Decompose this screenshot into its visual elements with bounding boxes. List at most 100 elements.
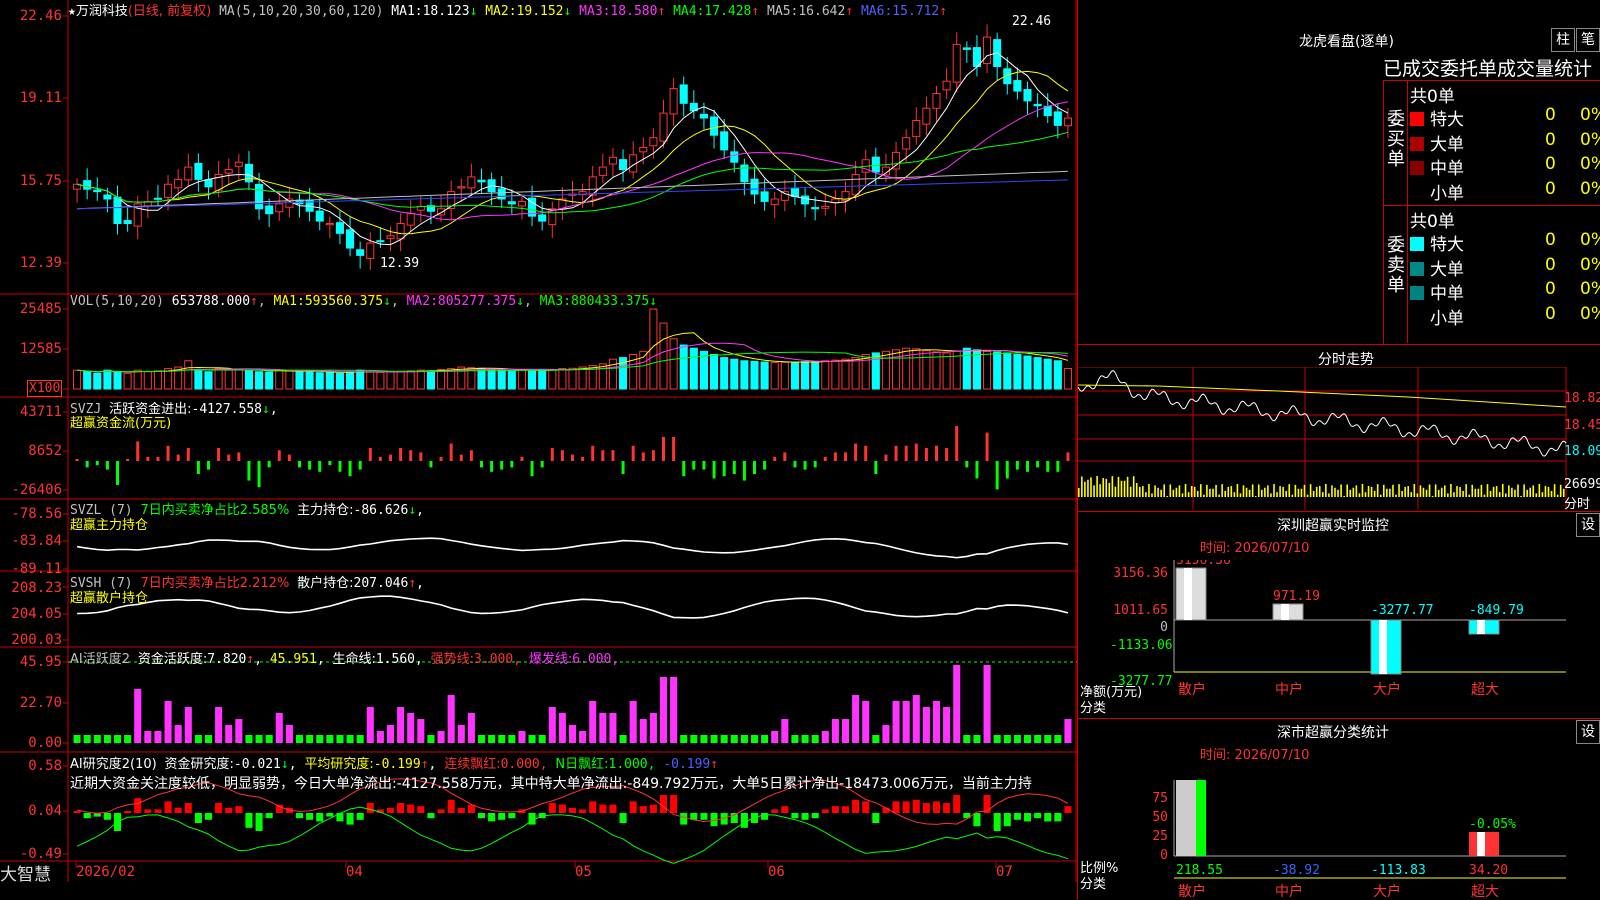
vol-unit-badge[interactable]: X100 bbox=[27, 380, 63, 397]
activity-bar bbox=[619, 735, 627, 743]
svzl-label: 主力持仓: bbox=[297, 503, 354, 518]
money-flow-bar bbox=[924, 448, 928, 461]
fs-volume-bar bbox=[1389, 488, 1391, 497]
fs-volume-bar bbox=[1434, 484, 1437, 497]
ai2-arrow: ↓ bbox=[280, 757, 289, 772]
research-bar bbox=[346, 813, 354, 825]
candle-up bbox=[659, 112, 668, 142]
brand-logo[interactable]: 大智慧 bbox=[0, 860, 51, 885]
candle-up bbox=[386, 235, 395, 239]
fs-volume-bar bbox=[1267, 485, 1269, 497]
research-bar bbox=[275, 804, 283, 813]
fs-volume-bar bbox=[1303, 484, 1306, 497]
volume-bar bbox=[983, 350, 992, 390]
volume-bar bbox=[760, 361, 769, 390]
money-flow-bar bbox=[116, 461, 119, 485]
research-bar bbox=[791, 813, 799, 819]
bar-view-button[interactable]: 柱 bbox=[1551, 28, 1575, 52]
ma5-label: MA5: bbox=[767, 4, 799, 19]
m1-bar-label: 3156.36 bbox=[1176, 560, 1231, 568]
star-icon[interactable]: ★ bbox=[68, 4, 76, 19]
money-flow-bar bbox=[985, 432, 989, 461]
activity-bar bbox=[629, 701, 637, 743]
candle-down bbox=[720, 131, 729, 151]
vol-ma2-arrow: ↓ bbox=[516, 294, 525, 309]
svsh-ratio: 7日内买卖净占比2.212% bbox=[140, 576, 290, 591]
money-flow-bar bbox=[712, 461, 716, 479]
m2-category-label: 大户 bbox=[1373, 883, 1401, 900]
m2-settings-button[interactable]: 设 bbox=[1576, 720, 1600, 744]
lhb-title: 龙虎看盘(逐单) bbox=[1299, 34, 1394, 50]
tab-filled[interactable]: 已成交 bbox=[1383, 58, 1440, 80]
m2-category-label: 散户 bbox=[1178, 883, 1206, 900]
volume-bar bbox=[750, 360, 759, 390]
order-swatch bbox=[1410, 161, 1424, 176]
intraday-chart[interactable] bbox=[1078, 367, 1600, 509]
money-flow-bar bbox=[560, 450, 564, 461]
m2-value-label: 218.55 bbox=[1176, 863, 1223, 878]
ma1-value: 18.123 bbox=[422, 4, 470, 19]
fs-volume-bar bbox=[1559, 484, 1562, 497]
tabs: 已成交委托单成交量统计 bbox=[1383, 54, 1592, 81]
stock-chart[interactable] bbox=[0, 0, 1077, 882]
money-flow-bar bbox=[823, 456, 827, 461]
activity-bar bbox=[83, 735, 91, 743]
activity-bar bbox=[852, 695, 860, 743]
chart-mode[interactable]: (日线, 前复权) bbox=[128, 4, 211, 19]
fs-volume-bar bbox=[1386, 488, 1388, 497]
money-flow-bar bbox=[1056, 461, 1060, 472]
money-flow-bar bbox=[864, 445, 868, 461]
activity-bar bbox=[265, 735, 273, 743]
money-flow-bar bbox=[368, 448, 372, 461]
fs-volume-bar bbox=[1514, 489, 1516, 497]
fs-volume-bar bbox=[1367, 486, 1370, 497]
candle-up bbox=[821, 205, 830, 209]
money-flow-bar bbox=[480, 461, 483, 468]
activity-bar bbox=[680, 735, 688, 743]
research-bar bbox=[740, 813, 748, 828]
fs-volume-bar bbox=[1261, 489, 1263, 497]
fs-volume-bar bbox=[1477, 488, 1480, 497]
order-row: 大单 0 0% bbox=[1410, 255, 1600, 280]
fs-volume-bar bbox=[1285, 490, 1287, 497]
activity-bar bbox=[518, 731, 526, 743]
money-flow-bar bbox=[884, 454, 888, 461]
activity-bar bbox=[771, 731, 779, 743]
research-bar bbox=[386, 807, 395, 813]
m1-settings-button[interactable]: 设 bbox=[1576, 513, 1600, 537]
candle-up bbox=[598, 166, 607, 176]
fs-volume-bar bbox=[1151, 493, 1153, 497]
activity-bar bbox=[245, 735, 253, 743]
activity-bar bbox=[750, 735, 759, 743]
money-flow-bar bbox=[530, 461, 534, 477]
activity-bar bbox=[376, 731, 384, 743]
tick-view-button[interactable]: 笔 bbox=[1576, 28, 1600, 52]
research-bar bbox=[943, 803, 951, 813]
research-bar bbox=[993, 813, 1001, 831]
fs-volume-bar bbox=[1474, 488, 1477, 497]
fs-volume-bar bbox=[1419, 485, 1422, 497]
research-bar bbox=[457, 807, 465, 813]
volume-bar bbox=[244, 369, 253, 390]
fs-unit: 分时 bbox=[1564, 497, 1591, 512]
research-bar bbox=[568, 807, 577, 813]
money-flow-bar bbox=[389, 454, 392, 461]
fs-volume-bar bbox=[1447, 493, 1449, 497]
fs-volume-bar bbox=[1437, 489, 1440, 497]
volume-bar bbox=[548, 369, 557, 390]
tab-volume-stats[interactable]: 成交量统计 bbox=[1497, 58, 1592, 80]
activity-bar bbox=[164, 701, 172, 743]
volume-bar bbox=[952, 350, 961, 390]
ai1-ytick: 0.00 bbox=[28, 735, 62, 751]
order-type: 小单 bbox=[1430, 308, 1464, 329]
sell-side-label: 委卖单 bbox=[1387, 235, 1405, 296]
activity-bar bbox=[1023, 735, 1032, 743]
candle-down bbox=[710, 116, 719, 136]
activity-bar bbox=[599, 713, 607, 743]
tab-orders[interactable]: 委托单 bbox=[1440, 58, 1497, 80]
xtick: 2026/02 bbox=[76, 864, 136, 880]
fs-volume-bar bbox=[1081, 476, 1083, 497]
fs-volume-bar bbox=[1294, 484, 1297, 497]
money-flow-bar bbox=[126, 459, 130, 461]
money-flow-bar bbox=[904, 445, 908, 461]
